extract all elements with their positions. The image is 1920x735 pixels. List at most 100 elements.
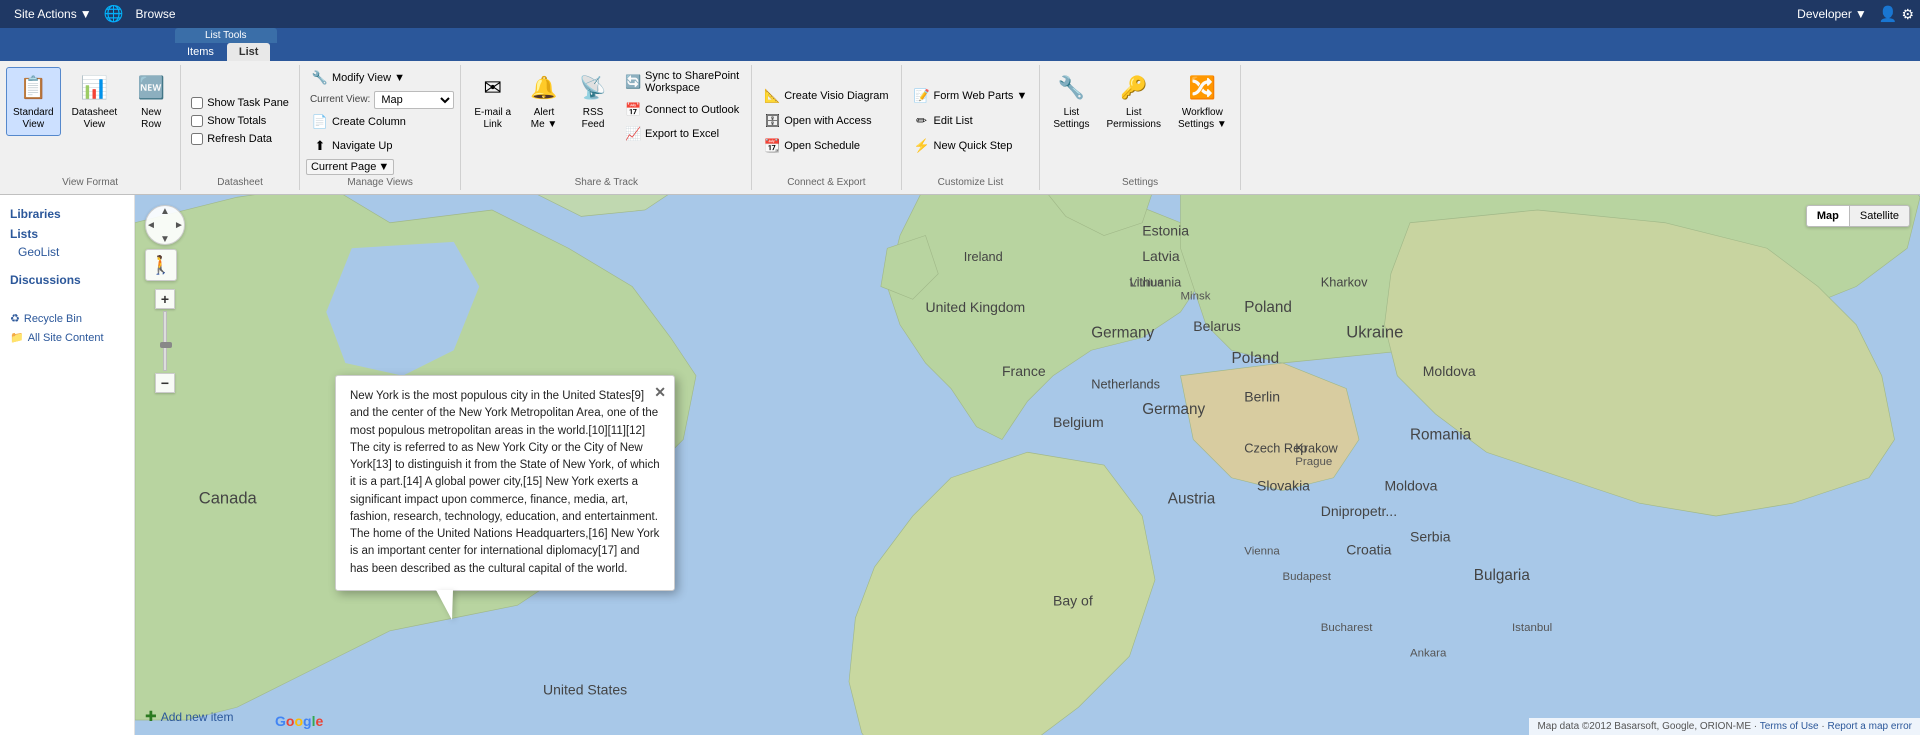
- open-access-button[interactable]: 🗄 Open with Access: [758, 110, 877, 132]
- share-track-content: ✉ E-mail aLink 🔔 AlertMe ▼ 📡 RSSFeed 🔄 S…: [467, 67, 745, 175]
- site-actions-button[interactable]: Site Actions ▼: [6, 3, 100, 25]
- workflow-settings-icon: 🔀: [1186, 72, 1218, 104]
- svg-text:Minsk: Minsk: [1181, 290, 1211, 302]
- map-view-button[interactable]: Map: [1807, 206, 1850, 226]
- new-quick-step-button[interactable]: ⚡ New Quick Step: [908, 135, 1019, 157]
- new-quick-step-icon: ⚡: [914, 138, 930, 154]
- refresh-data-checkbox[interactable]: Refresh Data: [187, 131, 276, 147]
- svg-text:Belarus: Belarus: [1193, 318, 1241, 334]
- list-permissions-button[interactable]: 🔑 ListPermissions: [1100, 67, 1168, 136]
- ribbon-group-customize-list: 📝 Form Web Parts ▼ ✏ Edit List ⚡ New Qui…: [902, 65, 1041, 190]
- report-map-error-link[interactable]: Report a map error: [1828, 721, 1912, 732]
- svg-text:Vienna: Vienna: [1244, 545, 1280, 557]
- create-visio-label: Create Visio Diagram: [784, 90, 888, 102]
- list-settings-button[interactable]: 🔧 ListSettings: [1046, 67, 1096, 136]
- info-popup: ✕ New York is the most populous city in …: [335, 375, 675, 591]
- svg-text:Kharkov: Kharkov: [1321, 275, 1368, 290]
- email-link-button[interactable]: ✉ E-mail aLink: [467, 67, 518, 136]
- form-web-parts-label: Form Web Parts ▼: [934, 90, 1028, 102]
- developer-button[interactable]: Developer ▼: [1789, 3, 1875, 25]
- ribbon-group-settings: 🔧 ListSettings 🔑 ListPermissions 🔀 Workf…: [1040, 65, 1240, 190]
- show-task-pane-input[interactable]: [191, 97, 203, 109]
- nav-down-arrow[interactable]: ▼: [158, 232, 172, 246]
- edit-list-button[interactable]: ✏ Edit List: [908, 110, 979, 132]
- svg-text:Vilnius: Vilnius: [1130, 278, 1164, 290]
- current-page-label: Current Page: [311, 161, 376, 173]
- libraries-nav-item[interactable]: Libraries: [0, 203, 134, 223]
- workflow-settings-button[interactable]: 🔀 WorkflowSettings ▼: [1171, 67, 1234, 136]
- alert-me-label: AlertMe ▼: [531, 107, 558, 131]
- all-site-content-icon: 📁: [10, 331, 24, 344]
- alert-me-button[interactable]: 🔔 AlertMe ▼: [521, 67, 567, 136]
- create-visio-button[interactable]: 📐 Create Visio Diagram: [758, 85, 894, 107]
- discussions-nav-item[interactable]: Discussions: [0, 269, 134, 289]
- satellite-view-button[interactable]: Satellite: [1850, 206, 1909, 226]
- browse-button[interactable]: Browse: [128, 3, 184, 25]
- google-logo: Google: [275, 713, 323, 729]
- svg-text:Poland: Poland: [1232, 350, 1280, 367]
- tab-items[interactable]: Items: [175, 43, 226, 61]
- add-new-item-link[interactable]: ✚ Add new item: [135, 704, 243, 729]
- svg-text:Slovakia: Slovakia: [1257, 478, 1310, 494]
- all-site-content-nav-item[interactable]: 📁 All Site Content: [0, 328, 134, 347]
- nav-left-arrow[interactable]: ◄: [144, 218, 158, 232]
- svg-text:Germany: Germany: [1142, 401, 1205, 418]
- view-select[interactable]: Map All Items: [374, 91, 454, 109]
- svg-text:Estonia: Estonia: [1142, 223, 1189, 239]
- standard-view-icon: 📋: [17, 72, 49, 104]
- form-web-parts-button[interactable]: 📝 Form Web Parts ▼: [908, 85, 1034, 107]
- map-nav-control[interactable]: ▲ ◄ ► ▼: [145, 205, 185, 245]
- terms-of-use-link[interactable]: Terms of Use: [1760, 721, 1819, 732]
- sync-sharepoint-label: Sync to SharePointWorkspace: [645, 70, 739, 94]
- sync-sharepoint-button[interactable]: 🔄 Sync to SharePointWorkspace: [619, 67, 745, 97]
- developer-label: Developer: [1797, 7, 1852, 21]
- show-totals-checkbox[interactable]: Show Totals: [187, 113, 270, 129]
- current-view-label: Current View:: [310, 94, 370, 105]
- standard-view-label: StandardView: [13, 107, 54, 131]
- rss-feed-button[interactable]: 📡 RSSFeed: [570, 67, 616, 136]
- export-excel-button[interactable]: 📈 Export to Excel: [619, 123, 725, 145]
- info-popup-close-button[interactable]: ✕: [654, 382, 666, 403]
- connect-outlook-icon: 📅: [625, 102, 641, 118]
- ribbon-group-view-format: 📋 StandardView 📊 DatasheetView 🆕 NewRow …: [0, 65, 181, 190]
- ribbon: 📋 StandardView 📊 DatasheetView 🆕 NewRow …: [0, 61, 1920, 195]
- svg-text:Canada: Canada: [199, 488, 258, 507]
- zoom-track[interactable]: [163, 311, 167, 371]
- sync-sharepoint-icon: 🔄: [625, 74, 641, 90]
- svg-text:Moldova: Moldova: [1385, 478, 1438, 494]
- svg-text:France: France: [1002, 363, 1046, 379]
- create-column-button[interactable]: 📄 Create Column: [306, 111, 412, 133]
- connect-outlook-button[interactable]: 📅 Connect to Outlook: [619, 99, 745, 121]
- svg-text:Ireland: Ireland: [964, 249, 1003, 264]
- new-row-button[interactable]: 🆕 NewRow: [128, 67, 174, 136]
- zoom-thumb[interactable]: [160, 342, 172, 348]
- zoom-out-button[interactable]: −: [155, 373, 175, 393]
- show-task-pane-checkbox[interactable]: Show Task Pane: [187, 95, 293, 111]
- geolist-nav-item[interactable]: GeoList: [0, 243, 134, 261]
- zoom-in-button[interactable]: +: [155, 289, 175, 309]
- lists-nav-item[interactable]: Lists: [0, 223, 134, 243]
- nav-right-arrow[interactable]: ►: [172, 218, 186, 232]
- svg-text:Poland: Poland: [1244, 299, 1292, 316]
- new-quick-step-label: New Quick Step: [934, 140, 1013, 152]
- tab-list[interactable]: List: [227, 43, 271, 61]
- current-page-arrow: ▼: [378, 161, 389, 173]
- add-new-item-label: Add new item: [161, 710, 234, 724]
- map-area: Canada United States United Kingdom Irel…: [135, 195, 1920, 735]
- current-page-button[interactable]: Current Page ▼: [306, 159, 394, 175]
- datasheet-view-button[interactable]: 📊 DatasheetView: [65, 67, 125, 136]
- nav-arrows: ▲ ◄ ► ▼: [144, 204, 186, 246]
- svg-text:Netherlands: Netherlands: [1091, 377, 1160, 392]
- modify-view-button[interactable]: 🔧 Modify View ▼: [306, 67, 411, 89]
- street-view-button[interactable]: 🚶: [145, 249, 177, 281]
- show-totals-input[interactable]: [191, 115, 203, 127]
- recycle-bin-nav-item[interactable]: ♻ Recycle Bin: [0, 309, 134, 328]
- open-schedule-button[interactable]: 📆 Open Schedule: [758, 135, 866, 157]
- refresh-data-input[interactable]: [191, 133, 203, 145]
- export-excel-label: Export to Excel: [645, 128, 719, 140]
- connect-outlook-label: Connect to Outlook: [645, 104, 739, 116]
- svg-text:Dnipropetr...: Dnipropetr...: [1321, 503, 1397, 519]
- navigate-up-button[interactable]: ⬆ Navigate Up: [306, 135, 399, 157]
- nav-up-arrow[interactable]: ▲: [158, 204, 172, 218]
- standard-view-button[interactable]: 📋 StandardView: [6, 67, 61, 136]
